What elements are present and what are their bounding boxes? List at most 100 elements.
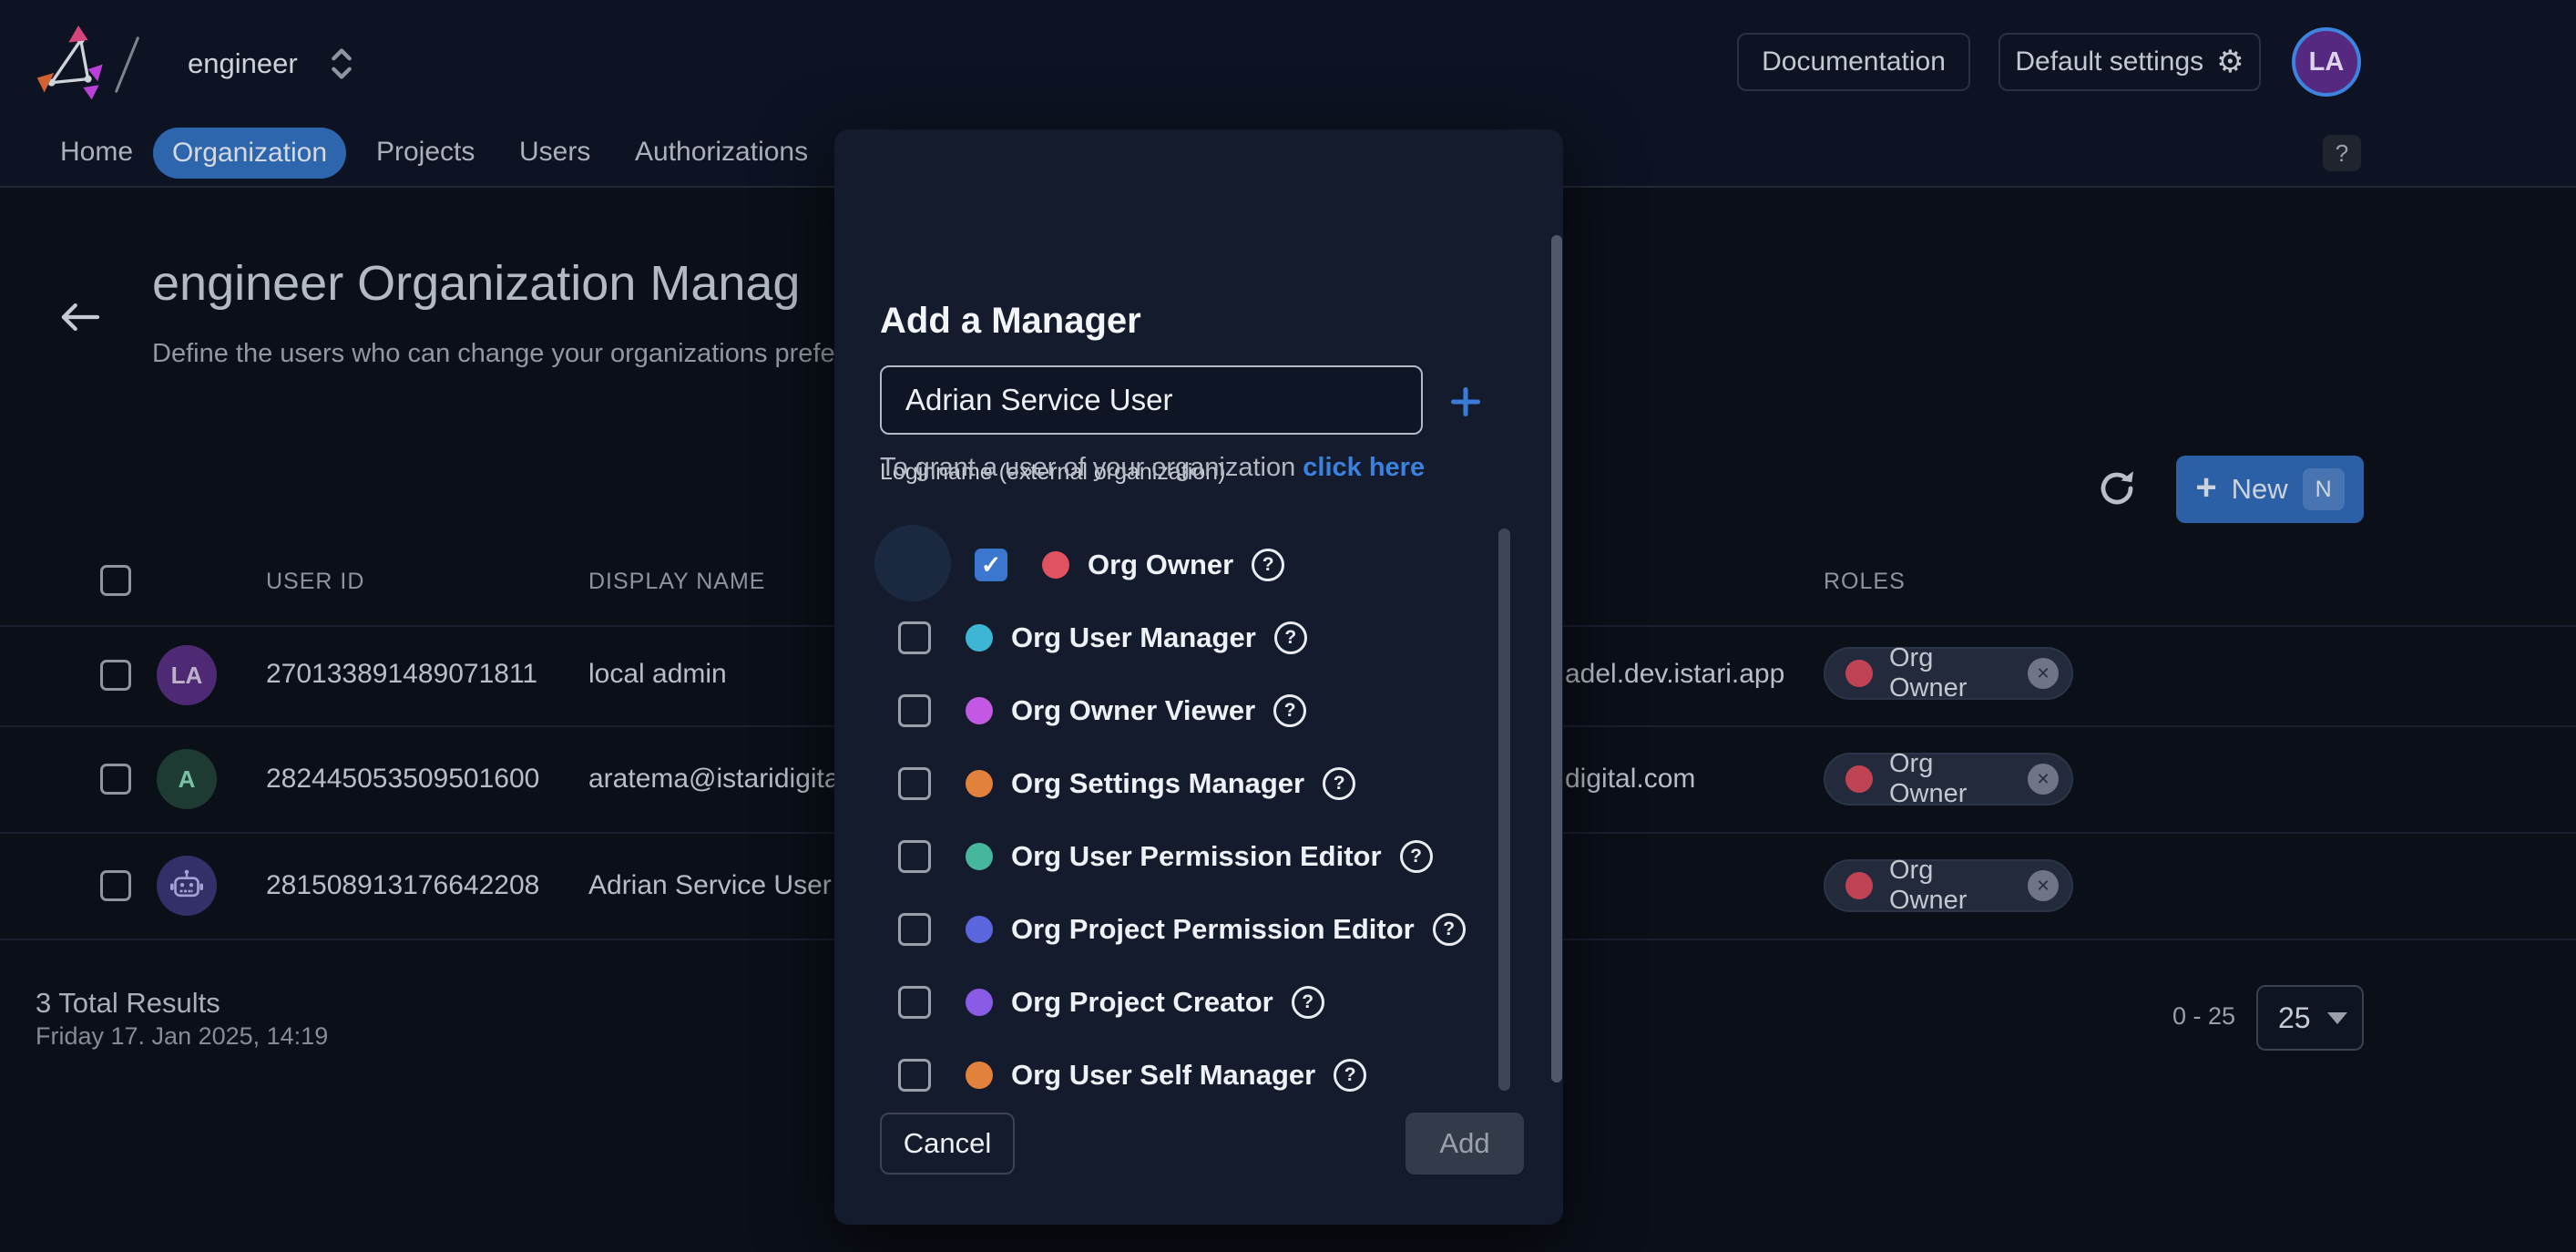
role-option[interactable]: Org Project Creator ? (898, 966, 1324, 1039)
role-checkbox[interactable] (898, 694, 931, 727)
column-header-display-name[interactable]: DISPLAY NAME (588, 569, 765, 595)
documentation-label: Documentation (1762, 46, 1946, 77)
row-avatar (157, 856, 217, 916)
role-checkbox[interactable] (898, 913, 931, 946)
new-button[interactable]: + New N (2176, 456, 2364, 523)
role-checkbox[interactable] (898, 840, 931, 873)
org-switcher-chevrons-icon[interactable] (330, 44, 353, 84)
role-help-icon[interactable]: ? (1252, 549, 1284, 581)
role-option[interactable]: Org Project Permission Editor ? (898, 893, 1466, 966)
avatar-initials: LA (2309, 47, 2345, 77)
role-option[interactable]: ✓ Org Owner ? (898, 529, 1284, 601)
role-help-icon[interactable]: ? (1323, 767, 1355, 800)
role-checkbox[interactable] (898, 621, 931, 654)
role-label: Org User Permission Editor (1011, 840, 1382, 873)
row-avatar: A (157, 749, 217, 809)
role-badge-label: Org Owner (1889, 643, 2011, 703)
cell-email: digital.com (1565, 764, 1695, 795)
role-label: Org Owner (1088, 549, 1233, 581)
gear-icon: ⚙ (2216, 44, 2244, 80)
user-avatar[interactable]: LA (2292, 27, 2361, 97)
role-badge-label: Org Owner (1889, 749, 2011, 809)
new-button-label: New (2232, 473, 2288, 506)
robot-icon (169, 867, 205, 904)
role-checkbox[interactable] (898, 986, 931, 1019)
role-color-dot-icon (966, 697, 993, 724)
tab-projects[interactable]: Projects (376, 137, 475, 168)
role-color-dot-icon (966, 624, 993, 652)
dialog-scrollbar[interactable] (1551, 235, 1562, 1083)
role-color-dot-icon (966, 1062, 993, 1089)
row-checkbox[interactable] (100, 870, 131, 901)
role-color-dot-icon (966, 843, 993, 870)
page-size-value: 25 (2278, 1001, 2311, 1035)
role-label: Org Project Permission Editor (1011, 913, 1415, 946)
add-label: Add (1439, 1127, 1489, 1160)
role-option[interactable]: Org User Self Manager ? (898, 1039, 1366, 1112)
role-dot-icon (1845, 872, 1873, 899)
role-color-dot-icon (966, 916, 993, 943)
loginname-input[interactable] (880, 365, 1423, 435)
role-label: Org User Self Manager (1011, 1059, 1315, 1092)
column-header-roles[interactable]: ROLES (1824, 569, 1906, 595)
role-option[interactable]: Org User Permission Editor ? (898, 820, 1433, 893)
new-shortcut-badge: N (2303, 468, 2345, 510)
page-size-select[interactable]: 25 (2256, 985, 2364, 1051)
column-header-user-id[interactable]: USER ID (266, 569, 364, 595)
cell-user-id: 270133891489071811 (266, 659, 537, 690)
cell-display-name: aratema@istaridigital (588, 764, 845, 795)
results-timestamp: Friday 17. Jan 2025, 14:19 (36, 1022, 328, 1051)
app-logo-icon[interactable] (35, 24, 107, 100)
click-here-link[interactable]: click here (1303, 453, 1425, 482)
role-badge: Org Owner ✕ (1824, 647, 2073, 700)
role-help-icon[interactable]: ? (1274, 621, 1307, 654)
role-option[interactable]: Org Owner Viewer ? (898, 674, 1306, 747)
page-subtitle: Define the users who can change your org… (152, 339, 886, 369)
role-color-dot-icon (966, 770, 993, 797)
org-switcher-name[interactable]: engineer (188, 47, 298, 80)
grant-hint: To grant a user of your organization cli… (880, 453, 1425, 483)
remove-role-icon[interactable]: ✕ (2028, 658, 2059, 689)
select-all-checkbox[interactable] (100, 565, 131, 596)
role-help-icon[interactable]: ? (1273, 694, 1306, 727)
role-help-icon[interactable]: ? (1334, 1059, 1366, 1092)
cell-user-id: 281508913176642208 (266, 870, 539, 901)
add-button[interactable]: Add (1406, 1113, 1524, 1175)
row-checkbox[interactable] (100, 764, 131, 795)
cell-display-name: local admin (588, 659, 727, 690)
role-checkbox[interactable] (898, 1059, 931, 1092)
checkbox-halo (874, 525, 951, 601)
remove-role-icon[interactable]: ✕ (2028, 870, 2059, 901)
cancel-button[interactable]: Cancel (880, 1113, 1015, 1175)
page-title: engineer Organization Manag (152, 255, 800, 312)
default-settings-button[interactable]: Default settings ⚙ (1998, 33, 2261, 91)
role-help-icon[interactable]: ? (1433, 913, 1466, 946)
remove-role-icon[interactable]: ✕ (2028, 764, 2059, 795)
role-help-icon[interactable]: ? (1400, 840, 1433, 873)
role-checkbox-checked[interactable]: ✓ (975, 549, 1007, 581)
tab-authorizations[interactable]: Authorizations (635, 137, 808, 168)
role-checkbox[interactable] (898, 767, 931, 800)
row-avatar-initials: A (179, 765, 196, 794)
roles-list-scrollbar[interactable] (1498, 529, 1510, 1091)
role-option[interactable]: Org Settings Manager ? (898, 747, 1355, 820)
back-arrow-icon[interactable] (58, 299, 100, 335)
documentation-button[interactable]: Documentation (1737, 33, 1970, 91)
cell-email: adel.dev.istari.app (1565, 659, 1784, 690)
add-manager-dialog: Add a Manager Enter the names of the use… (834, 129, 1563, 1225)
cancel-label: Cancel (904, 1127, 992, 1160)
refresh-icon[interactable] (2095, 467, 2139, 510)
tab-users[interactable]: Users (519, 137, 590, 168)
tab-home[interactable]: Home (60, 137, 133, 168)
total-results: 3 Total Results (36, 987, 220, 1020)
role-option[interactable]: Org User Manager ? (898, 601, 1307, 674)
row-avatar-initials: LA (171, 662, 203, 690)
role-help-icon[interactable]: ? (1292, 986, 1324, 1019)
row-checkbox[interactable] (100, 660, 131, 691)
dialog-title: Add a Manager (880, 301, 1141, 342)
add-user-plus-icon[interactable] (1449, 385, 1482, 418)
help-button[interactable]: ? (2323, 135, 2361, 171)
role-label: Org Settings Manager (1011, 767, 1304, 800)
role-dot-icon (1845, 660, 1873, 687)
tab-organization[interactable]: Organization (153, 128, 346, 179)
